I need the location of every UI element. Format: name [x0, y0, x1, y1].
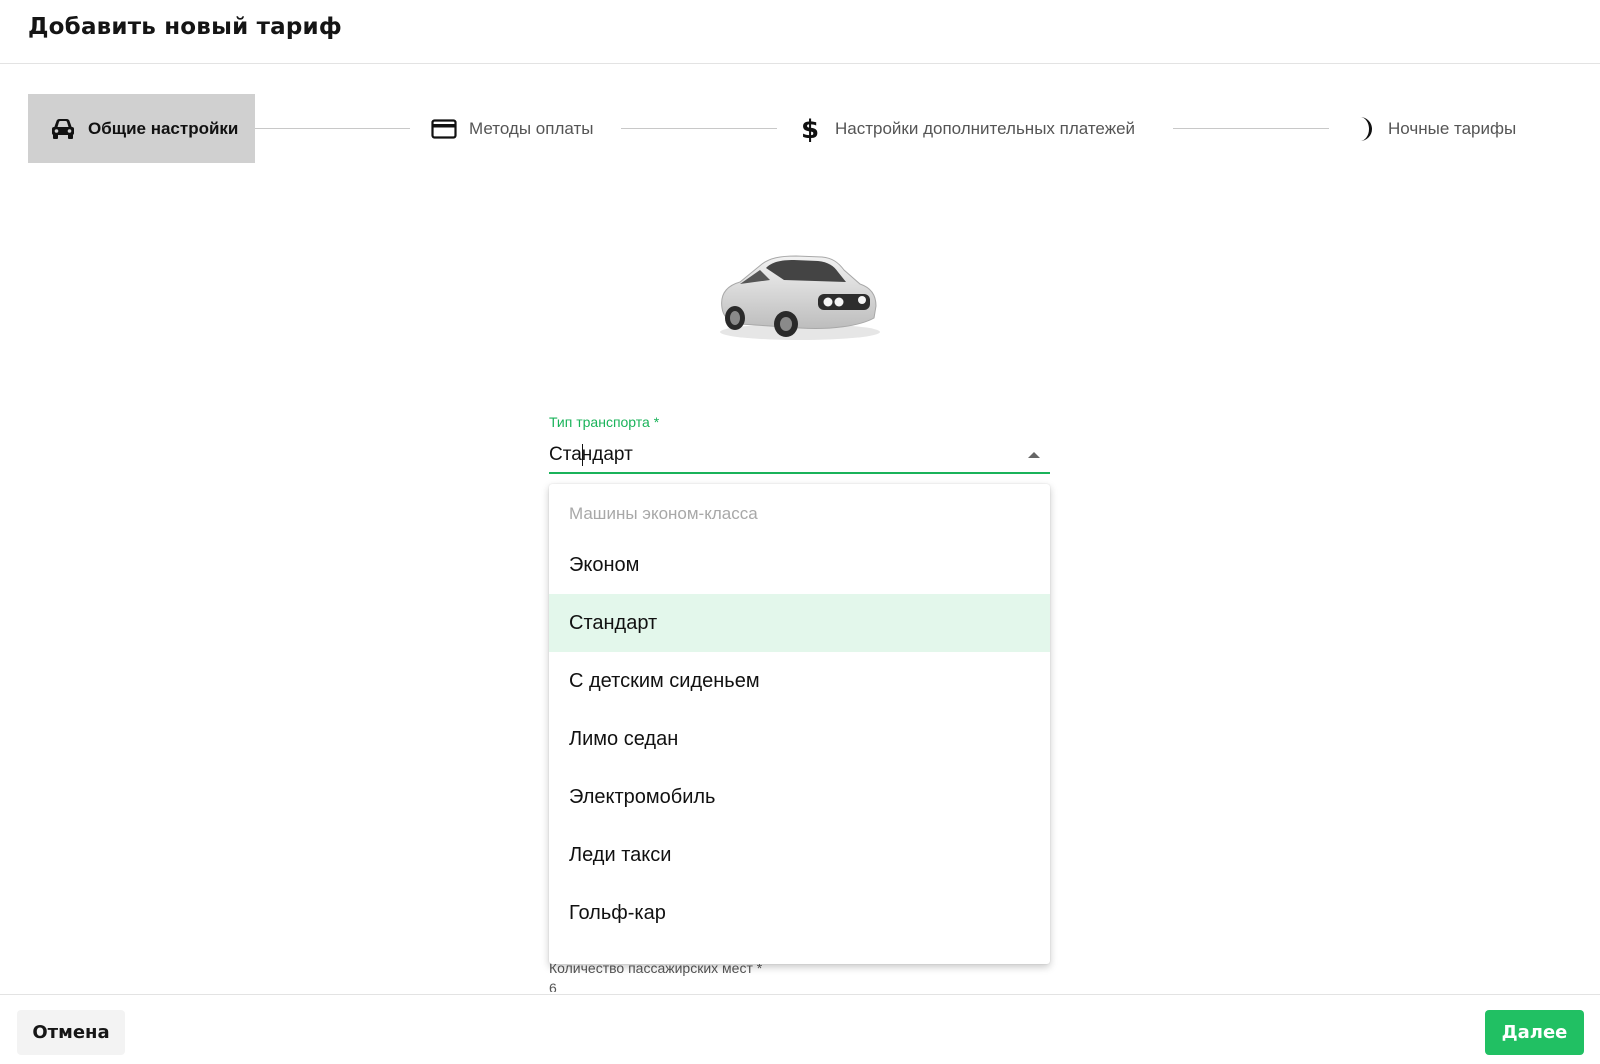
- dropdown-option-economy[interactable]: Эконом: [549, 536, 1050, 594]
- transport-type-dropdown: Машины эконом-класса Эконом Стандарт С д…: [549, 484, 1050, 964]
- dropdown-option-child-seat[interactable]: С детским сиденьем: [549, 652, 1050, 710]
- chevron-up-icon[interactable]: [1028, 452, 1040, 458]
- car-icon: [50, 116, 76, 142]
- credit-card-icon: [431, 116, 457, 142]
- dropdown-group-label: Машины эконом-класса: [569, 504, 758, 523]
- step-additional-payments[interactable]: $ Настройки дополнительных платежей: [797, 94, 1135, 163]
- step-label: Общие настройки: [88, 118, 239, 138]
- dropdown-option-standard[interactable]: Стандарт: [549, 594, 1050, 652]
- step-connector: [621, 128, 777, 129]
- step-general-settings[interactable]: Общие настройки: [28, 94, 255, 163]
- step-label: Методы оплаты: [469, 118, 594, 138]
- dialog-footer: Отмена Далее: [0, 994, 1600, 1064]
- cancel-button[interactable]: Отмена: [17, 1010, 125, 1055]
- transport-type-value: Стандарт: [549, 444, 633, 465]
- stepper: Общие настройки Методы оплаты $ Настройк…: [0, 94, 1600, 163]
- dropdown-option-lady-taxi[interactable]: Леди такси: [549, 826, 1050, 884]
- text-caret: [582, 444, 583, 466]
- step-label: Ночные тарифы: [1388, 118, 1517, 138]
- step-payment-methods[interactable]: Методы оплаты: [431, 94, 593, 163]
- svg-text:$: $: [801, 115, 819, 143]
- step-connector: [255, 128, 410, 129]
- transport-type-label: Тип транспорта *: [549, 414, 660, 430]
- car-illustration: [700, 240, 900, 350]
- dropdown-option-electric[interactable]: Электромобиль: [549, 768, 1050, 826]
- step-label: Настройки дополнительных платежей: [835, 118, 1136, 138]
- moon-icon: [1350, 116, 1376, 142]
- step-night-tariffs[interactable]: Ночные тарифы: [1350, 94, 1516, 163]
- dollar-icon: $: [797, 115, 823, 143]
- next-button[interactable]: Далее: [1485, 1010, 1584, 1055]
- step-connector: [1173, 128, 1329, 129]
- seats-field: Количество пассажирских мест * 6: [549, 960, 1050, 992]
- dropdown-option-limo-sedan[interactable]: Лимо седан: [549, 710, 1050, 768]
- dropdown-option-golf-cart[interactable]: Гольф-кар: [549, 884, 1050, 942]
- dialog-title: Добавить новый тариф: [28, 14, 342, 40]
- dialog-header: Добавить новый тариф: [0, 0, 1600, 64]
- seats-input[interactable]: 6: [549, 980, 1050, 992]
- transport-type-select[interactable]: Стандарт: [549, 438, 1050, 474]
- transport-type-field: Тип транспорта * Стандарт: [549, 414, 1050, 474]
